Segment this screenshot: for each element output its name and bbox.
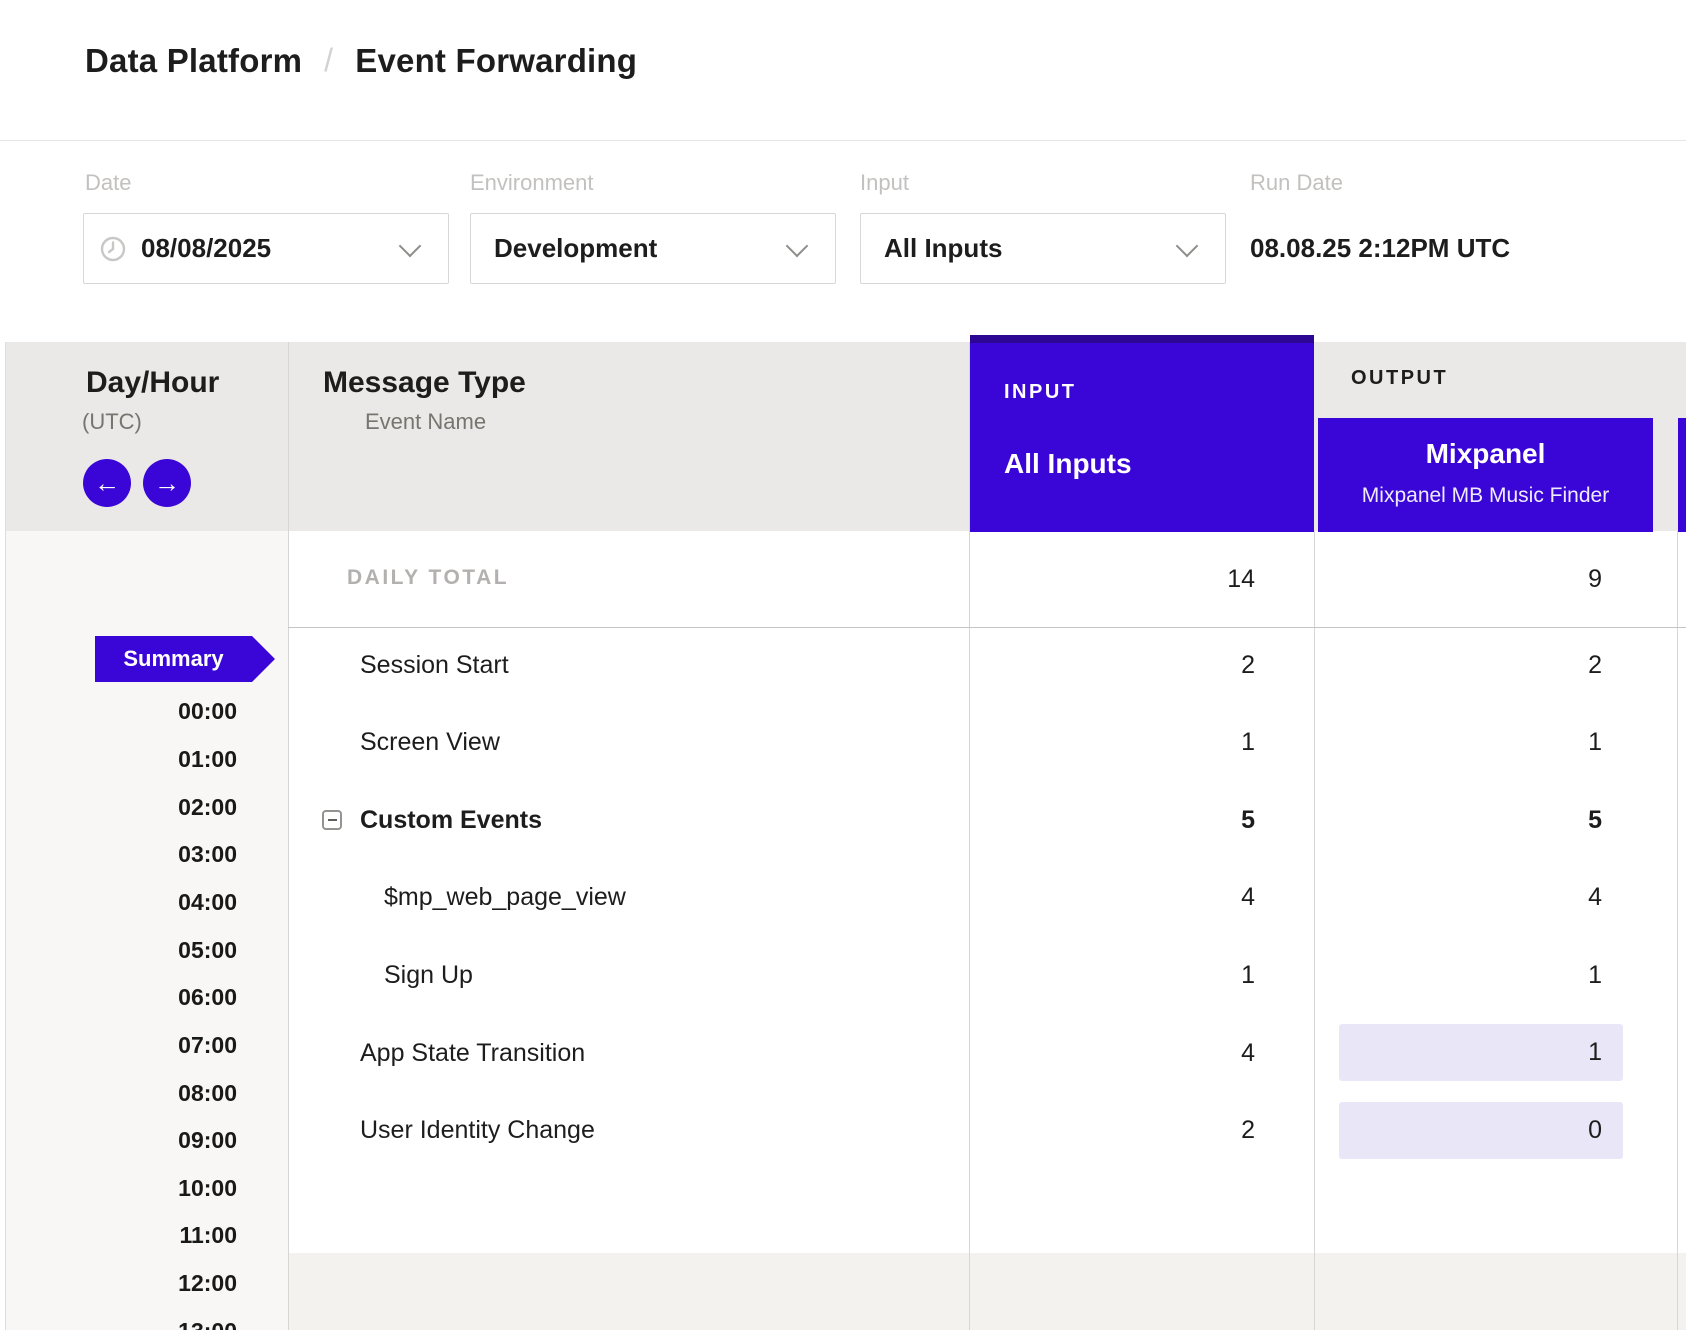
input-section-label: INPUT: [1004, 381, 1077, 404]
sidebar-item-summary[interactable]: Summary: [95, 636, 275, 682]
hour-item[interactable]: 08:00: [60, 1078, 237, 1108]
output-count-cell: 4: [1315, 881, 1602, 913]
output-count-cell: 5: [1315, 804, 1602, 836]
event-row-label: Screen View: [360, 726, 500, 758]
run-date-value: 08.08.25 2:12PM UTC: [1250, 233, 1510, 264]
output-count-cell: 2: [1315, 649, 1602, 681]
event-row-label: Custom Events: [360, 804, 542, 836]
date-filter-label: Date: [85, 170, 131, 196]
input-filter-label: Input: [860, 170, 909, 196]
input-dropdown[interactable]: All Inputs: [860, 213, 1226, 284]
breadcrumb-separator: /: [324, 42, 333, 79]
hour-item[interactable]: 10:00: [60, 1173, 237, 1203]
environment-dropdown[interactable]: Development: [470, 213, 836, 284]
day-hour-header: Day/Hour: [86, 366, 219, 400]
date-dropdown[interactable]: 08/08/2025: [83, 213, 449, 284]
output-section-label: OUTPUT: [1351, 367, 1448, 390]
event-row-label: Session Start: [360, 649, 509, 681]
chevron-down-icon: [786, 234, 809, 257]
chevron-down-icon: [1176, 234, 1199, 257]
mixpanel-column-subtitle: Mixpanel MB Music Finder: [1318, 484, 1653, 508]
column-divider: [969, 342, 970, 1330]
event-row-label: Sign Up: [384, 959, 473, 991]
daily-total-input-value: 14: [970, 563, 1255, 595]
arrow-left-icon: ←: [94, 459, 120, 507]
daily-total-divider: [288, 627, 1686, 628]
chevron-down-icon: [399, 234, 422, 257]
hour-item[interactable]: 06:00: [60, 982, 237, 1012]
input-value: All Inputs: [884, 233, 1002, 264]
input-count-cell: 5: [970, 804, 1255, 836]
page-title: Event Forwarding: [355, 42, 637, 80]
day-hour-utc-label: (UTC): [82, 409, 142, 435]
table-footer-band: [289, 1253, 1686, 1330]
message-type-header: Message Type: [323, 366, 526, 400]
collapse-minus-icon[interactable]: [322, 810, 342, 830]
topbar-divider: [0, 140, 1686, 141]
event-name-subheader: Event Name: [365, 409, 486, 435]
column-divider: [288, 342, 289, 1330]
hour-item[interactable]: 12:00: [60, 1268, 237, 1298]
event-row-label: App State Transition: [360, 1037, 585, 1069]
hour-item[interactable]: 03:00: [60, 839, 237, 869]
hour-item[interactable]: 07:00: [60, 1030, 237, 1060]
summary-label: Summary: [95, 636, 252, 682]
output-count-cell: 1: [1315, 959, 1602, 991]
arrow-right-icon: →: [154, 459, 180, 507]
breadcrumb-parent[interactable]: Data Platform: [85, 42, 302, 80]
event-forwarding-page: Data Platform / Event Forwarding Date 08…: [0, 0, 1686, 1330]
input-count-cell: 1: [970, 726, 1255, 758]
input-count-cell: 4: [970, 1037, 1255, 1069]
date-value: 08/08/2025: [141, 233, 271, 264]
mixpanel-column-name: Mixpanel: [1318, 438, 1653, 470]
next-day-button[interactable]: →: [143, 459, 191, 507]
daily-total-label: DAILY TOTAL: [347, 566, 509, 590]
output-count-cell-highlighted: 1: [1339, 1024, 1623, 1081]
clock-icon: [100, 236, 126, 262]
next-output-column-partial[interactable]: [1678, 418, 1686, 532]
input-count-cell: 2: [970, 649, 1255, 681]
input-count-cell: 4: [970, 881, 1255, 913]
environment-value: Development: [494, 233, 657, 264]
input-count-cell: 2: [970, 1114, 1255, 1146]
hour-item[interactable]: 09:00: [60, 1125, 237, 1155]
output-count-cell: 1: [1315, 726, 1602, 758]
hour-item[interactable]: 00:00: [60, 696, 237, 726]
run-date-label: Run Date: [1250, 170, 1343, 196]
previous-day-button[interactable]: ←: [83, 459, 131, 507]
hour-item[interactable]: 04:00: [60, 887, 237, 917]
environment-filter-label: Environment: [470, 170, 594, 196]
event-row-label: $mp_web_page_view: [384, 881, 626, 913]
breadcrumb: Data Platform / Event Forwarding: [85, 42, 637, 80]
input-count-cell: 1: [970, 959, 1255, 991]
output-count-cell-highlighted: 0: [1339, 1102, 1623, 1159]
input-column-name: All Inputs: [1004, 448, 1132, 480]
input-column-header[interactable]: INPUT All Inputs: [970, 335, 1314, 532]
mixpanel-column-header[interactable]: Mixpanel Mixpanel MB Music Finder: [1318, 418, 1653, 532]
hour-item[interactable]: 11:00: [60, 1220, 237, 1250]
column-divider: [1677, 531, 1678, 1330]
hour-item[interactable]: 05:00: [60, 935, 237, 965]
event-row-label: User Identity Change: [360, 1114, 595, 1146]
hour-item[interactable]: 02:00: [60, 792, 237, 822]
hour-item[interactable]: 01:00: [60, 744, 237, 774]
hour-item[interactable]: 13:00: [60, 1316, 237, 1330]
daily-total-output-value: 9: [1315, 563, 1602, 595]
